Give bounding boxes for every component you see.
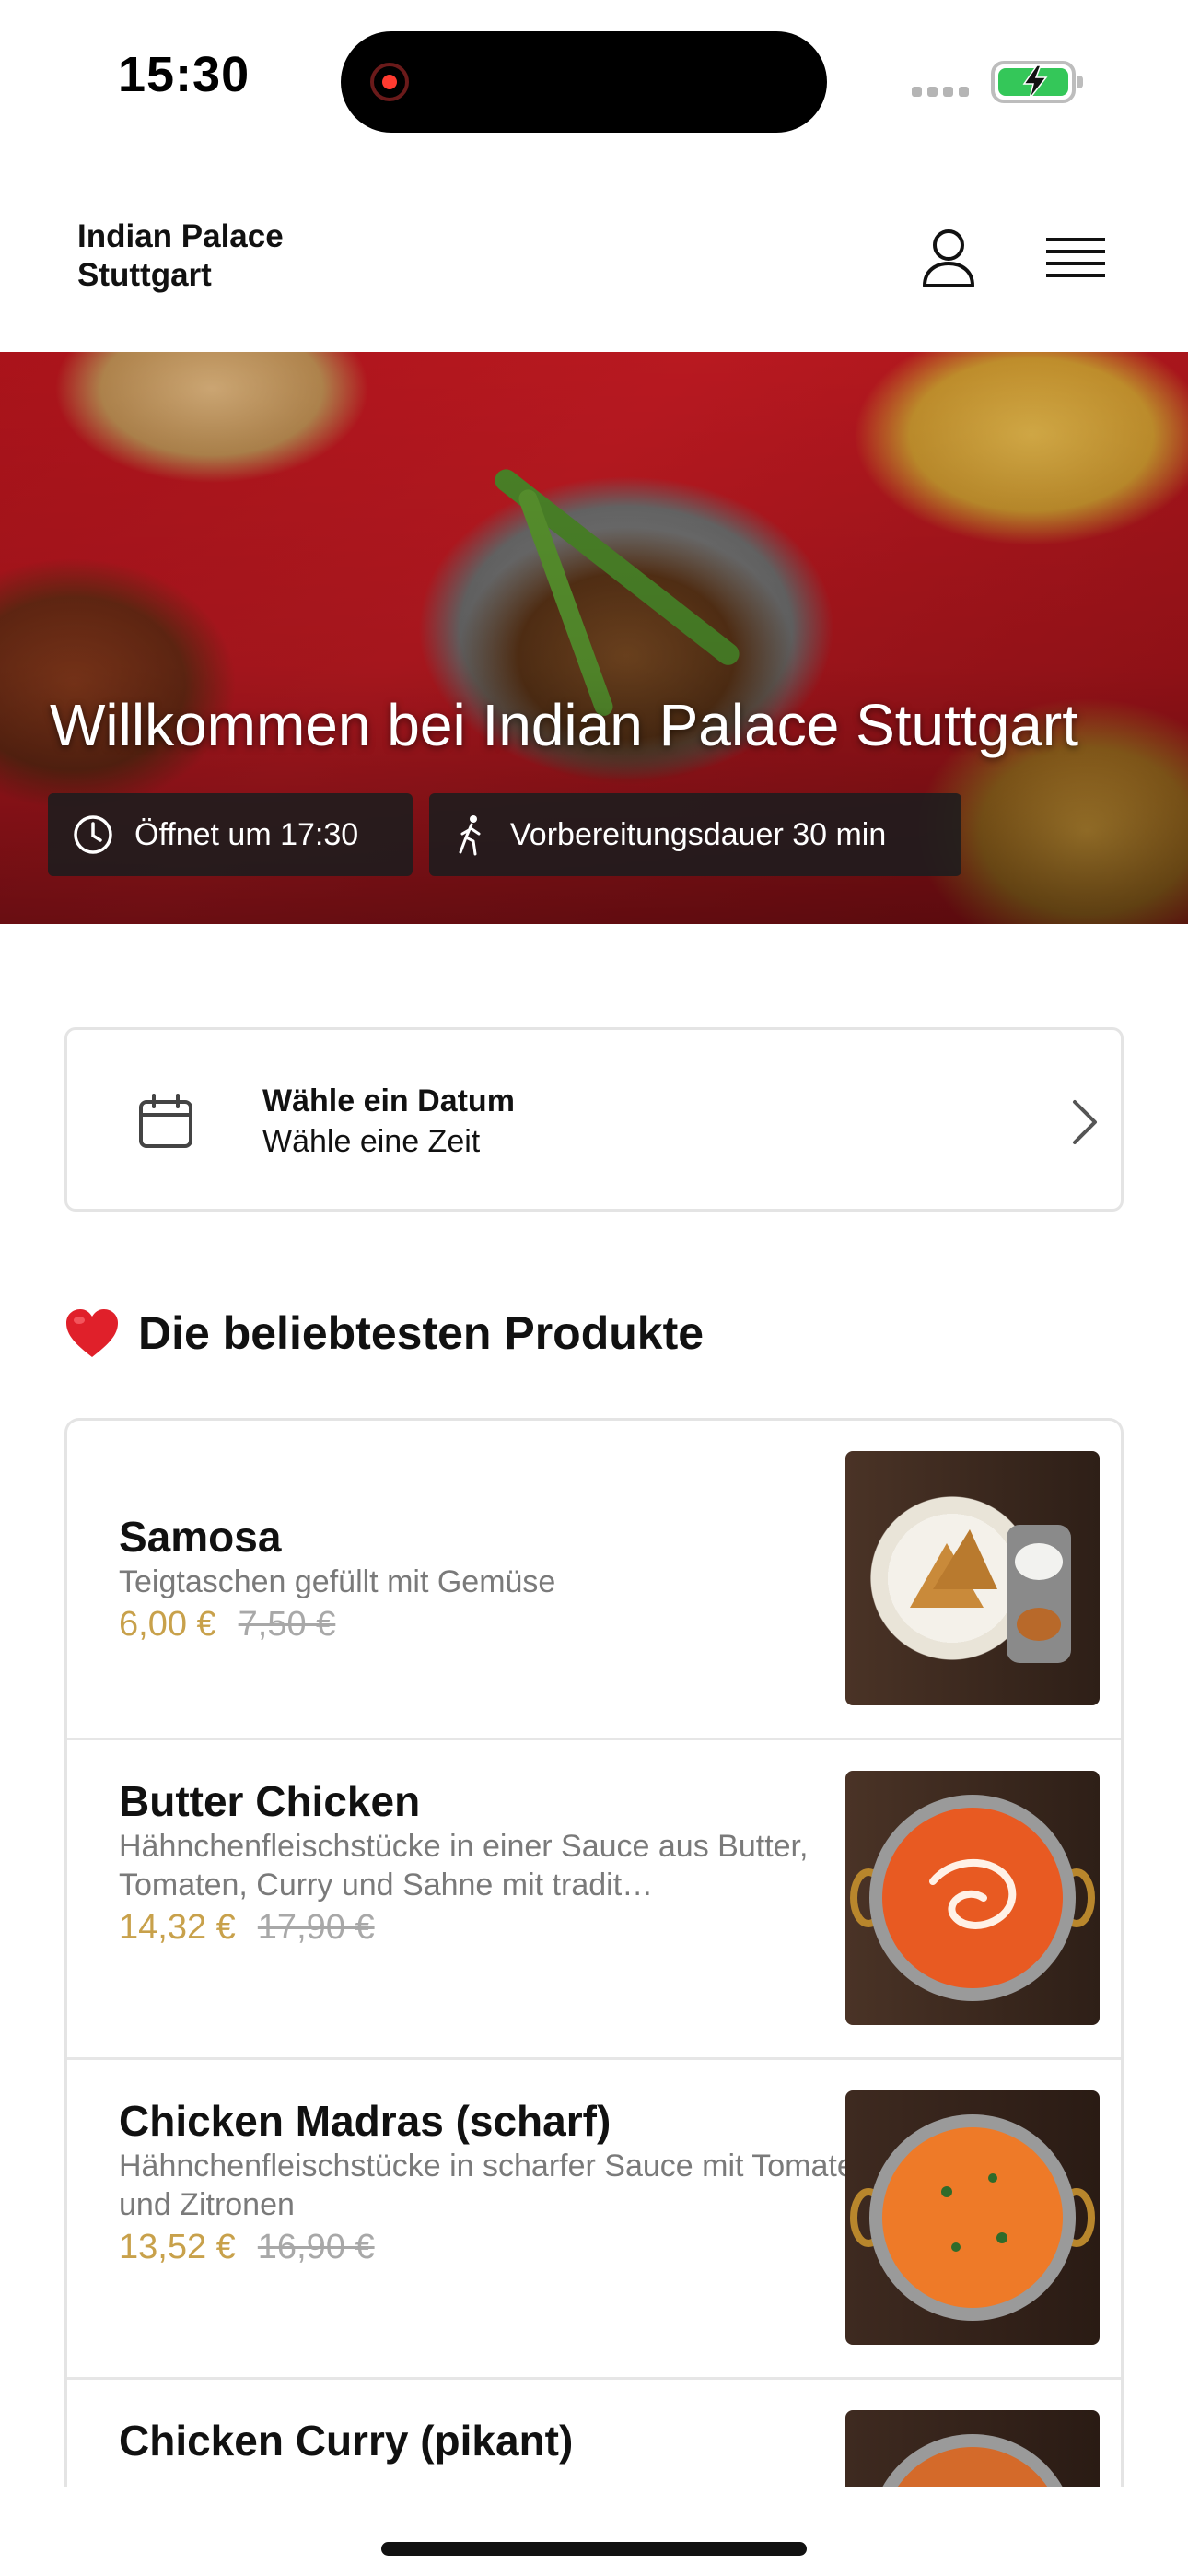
hero-title: Willkommen bei Indian Palace Stuttgart xyxy=(50,692,1078,758)
product-image-chicken-madras xyxy=(845,2090,1100,2345)
popular-title-text: Die beliebtesten Produkte xyxy=(138,1307,705,1359)
product-info: Chicken Madras (scharf) Hähnchenfleischs… xyxy=(119,2095,883,2270)
price-current: 14,32 € xyxy=(119,1908,236,1947)
product-name: Butter Chicken xyxy=(119,1777,421,1825)
walking-person-icon xyxy=(459,815,481,856)
brand-name-line1: Indian Palace xyxy=(77,218,284,254)
product-description: Hähnchenfleischstücke in einer Sauce aus… xyxy=(119,1829,809,1903)
price-current: 6,00 € xyxy=(119,1605,216,1644)
hamburger-menu-icon xyxy=(1046,238,1105,277)
date-picker-subtitle: Wähle eine Zeit xyxy=(262,1124,481,1159)
status-bar: 15:30 xyxy=(0,0,1188,157)
opening-time-text: Öffnet um 17:30 xyxy=(134,816,359,852)
cellular-signal-icon xyxy=(912,87,971,100)
price-original: 7,50 € xyxy=(238,1605,336,1644)
product-name: Chicken Curry (pikant) xyxy=(119,2417,574,2465)
brand-logo[interactable]: Indian Palace Stuttgart xyxy=(77,217,381,295)
prep-time-text: Vorbereitungsdauer 30 min xyxy=(510,816,887,852)
battery-charging-icon xyxy=(991,61,1083,103)
app-header: Indian Palace Stuttgart xyxy=(0,157,1188,352)
product-name: Samosa xyxy=(119,1513,282,1561)
samosa-illustration xyxy=(910,1525,1071,1663)
prep-time-badge: Vorbereitungsdauer 30 min xyxy=(429,793,961,876)
bottom-safe-area xyxy=(0,2487,1188,2576)
product-info: Butter Chicken Hähnchenfleischstücke in … xyxy=(119,1775,883,1950)
chevron-right-icon xyxy=(1073,1100,1097,1144)
app-screen: 15:30 Indian Palace Stuttgart Willkommen… xyxy=(0,0,1188,2576)
recording-indicator-icon xyxy=(370,63,409,101)
product-name: Chicken Madras (scharf) xyxy=(119,2097,611,2145)
product-info: Samosa Teigtaschen gefüllt mit Gemüse 6,… xyxy=(119,1511,883,1647)
date-time-picker[interactable]: Wähle ein Datum Wähle eine Zeit xyxy=(64,1027,1124,1212)
product-info: Chicken Curry (pikant) xyxy=(119,2415,883,2487)
clock-icon xyxy=(74,815,112,854)
price-original: 16,90 € xyxy=(257,2228,375,2266)
popular-section-title: Die beliebtesten Produkte xyxy=(64,1306,704,1360)
product-item-chicken-curry[interactable]: Chicken Curry (pikant) xyxy=(67,2380,1121,2487)
product-image-samosa xyxy=(845,1451,1100,1705)
product-item-samosa[interactable]: Samosa Teigtaschen gefüllt mit Gemüse 6,… xyxy=(67,1421,1121,1740)
product-price: 6,00 € 7,50 € xyxy=(119,1601,883,1647)
product-price xyxy=(119,2466,883,2487)
date-picker-title: Wähle ein Datum xyxy=(262,1083,515,1118)
chicken-madras-illustration xyxy=(850,2114,1095,2321)
home-indicator[interactable] xyxy=(381,2542,807,2556)
brand-name-line2: Stuttgart xyxy=(77,257,212,293)
opening-time-badge: Öffnet um 17:30 xyxy=(48,793,413,876)
product-description: Teigtaschen gefüllt mit Gemüse xyxy=(119,1564,556,1599)
hero-banner: Willkommen bei Indian Palace Stuttgart Ö… xyxy=(0,352,1188,924)
account-button[interactable] xyxy=(912,221,985,295)
status-time: 15:30 xyxy=(118,47,250,102)
chicken-curry-illustration xyxy=(882,2434,1063,2487)
heart-icon xyxy=(66,1309,118,1357)
price-current: 13,52 € xyxy=(119,2228,236,2266)
butter-chicken-illustration xyxy=(850,1795,1095,2001)
product-item-butter-chicken[interactable]: Butter Chicken Hähnchenfleischstücke in … xyxy=(67,1740,1121,2060)
product-price: 13,52 € 16,90 € xyxy=(119,2224,883,2270)
product-image-butter-chicken xyxy=(845,1771,1100,2025)
product-price: 14,32 € 17,90 € xyxy=(119,1904,883,1950)
product-image-chicken-curry xyxy=(845,2410,1100,2487)
menu-button[interactable] xyxy=(1039,221,1112,295)
product-item-chicken-madras[interactable]: Chicken Madras (scharf) Hähnchenfleischs… xyxy=(67,2060,1121,2380)
calendar-icon xyxy=(139,1094,192,1148)
price-original: 17,90 € xyxy=(257,1908,375,1947)
popular-products-list: Samosa Teigtaschen gefüllt mit Gemüse 6,… xyxy=(64,1418,1124,2487)
user-icon xyxy=(923,229,974,287)
product-description: Hähnchenfleischstücke in scharfer Sauce … xyxy=(119,2149,872,2222)
dynamic-island xyxy=(341,31,827,133)
